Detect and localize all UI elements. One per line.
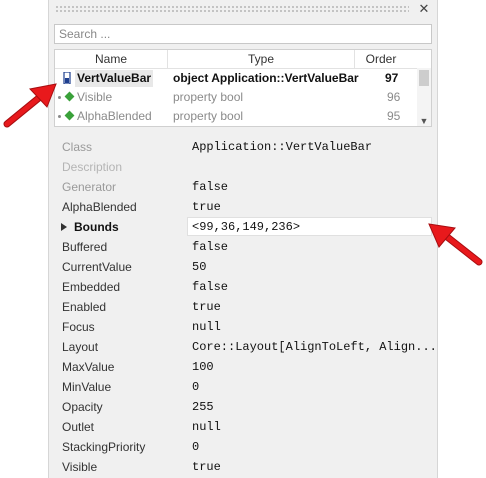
row-order: 95 bbox=[387, 109, 401, 123]
property-row-embedded[interactable]: Embedded false bbox=[49, 277, 437, 297]
property-row-buffered[interactable]: Buffered false bbox=[49, 237, 437, 257]
property-value[interactable]: false bbox=[192, 177, 228, 197]
annotation-arrow-icon bbox=[3, 83, 57, 128]
property-value[interactable]: null bbox=[192, 417, 221, 437]
property-value[interactable]: 0 bbox=[192, 377, 199, 397]
property-name: Embedded bbox=[62, 280, 121, 294]
property-name: Opacity bbox=[62, 400, 103, 414]
row-type: object Application::VertValueBar bbox=[173, 71, 359, 85]
row-name: Visible bbox=[77, 90, 113, 104]
property-row-minvalue[interactable]: MinValue 0 bbox=[49, 377, 437, 397]
row-order: 96 bbox=[387, 90, 401, 104]
property-value: Application::VertValueBar bbox=[192, 140, 373, 154]
property-name: Enabled bbox=[62, 300, 107, 314]
row-type: property bool bbox=[173, 90, 244, 104]
property-value[interactable]: true bbox=[192, 197, 221, 217]
property-row-focus[interactable]: Focus null bbox=[49, 317, 437, 337]
property-row-currentvalue[interactable]: CurrentValue 50 bbox=[49, 257, 437, 277]
property-icon bbox=[64, 91, 75, 102]
property-name: Bounds bbox=[74, 220, 119, 234]
property-name: AlphaBlended bbox=[62, 200, 137, 214]
property-name: Generator bbox=[62, 180, 117, 194]
inspector-panel: ✕ Name Type Order VertValueBar object Ap… bbox=[48, 0, 438, 478]
property-value[interactable]: false bbox=[192, 277, 228, 297]
property-row-bounds[interactable]: Bounds <99,36,149,236> bbox=[49, 217, 437, 237]
property-row-stackingpriority[interactable]: StackingPriority 0 bbox=[49, 437, 437, 457]
scrollbar-thumb[interactable] bbox=[419, 70, 429, 86]
property-name: Description bbox=[62, 160, 123, 174]
property-name: Buffered bbox=[62, 240, 108, 254]
property-row-class: Class Application::VertValueBar bbox=[49, 137, 437, 157]
property-name: Outlet bbox=[62, 420, 95, 434]
list-row-visible[interactable]: Visible property bool 96 bbox=[55, 88, 417, 107]
property-row-generator[interactable]: Generator false bbox=[49, 177, 437, 197]
row-name: VertValueBar bbox=[77, 71, 152, 85]
column-header-type[interactable]: Type bbox=[168, 50, 354, 68]
property-value[interactable]: 100 bbox=[192, 357, 214, 377]
property-value[interactable]: 255 bbox=[192, 397, 214, 417]
row-name: AlphaBlended bbox=[77, 109, 152, 123]
property-value[interactable]: <99,36,149,236> bbox=[192, 217, 300, 237]
property-name: MinValue bbox=[62, 380, 112, 394]
list-row-alphablended[interactable]: AlphaBlended property bool 95 bbox=[55, 107, 417, 126]
property-name: Visible bbox=[62, 460, 98, 474]
list-header: Name Type Order bbox=[55, 50, 431, 69]
object-icon bbox=[63, 72, 71, 84]
property-name: Focus bbox=[62, 320, 95, 334]
property-row-description: Description bbox=[49, 157, 437, 177]
panel-grip[interactable] bbox=[55, 5, 409, 13]
property-value[interactable]: 50 bbox=[192, 257, 206, 277]
property-value[interactable]: true bbox=[192, 297, 221, 317]
property-row-visible[interactable]: Visible true bbox=[49, 457, 437, 477]
property-value[interactable]: 0 bbox=[192, 437, 199, 457]
property-name: CurrentValue bbox=[62, 260, 132, 274]
property-value[interactable]: false bbox=[192, 237, 228, 257]
property-value[interactable]: true bbox=[192, 457, 221, 477]
column-header-name[interactable]: Name bbox=[55, 50, 167, 68]
list-scrollbar[interactable]: ▼ bbox=[417, 68, 431, 126]
property-name: MaxValue bbox=[62, 360, 115, 374]
members-list: Name Type Order VertValueBar object Appl… bbox=[54, 49, 432, 127]
property-name: StackingPriority bbox=[62, 440, 146, 454]
row-type: property bool bbox=[173, 109, 244, 123]
close-icon[interactable]: ✕ bbox=[416, 0, 432, 18]
property-row-alphablended[interactable]: AlphaBlended true bbox=[49, 197, 437, 217]
property-row-opacity[interactable]: Opacity 255 bbox=[49, 397, 437, 417]
scroll-down-icon[interactable]: ▼ bbox=[417, 116, 431, 126]
list-row-vertvaluebar[interactable]: VertValueBar object Application::VertVal… bbox=[55, 69, 417, 88]
row-order: 97 bbox=[385, 71, 399, 85]
annotation-arrow-icon bbox=[428, 223, 483, 266]
property-row-layout[interactable]: Layout Core::Layout[AlignToLeft, Align..… bbox=[49, 337, 437, 357]
property-row-outlet[interactable]: Outlet null bbox=[49, 417, 437, 437]
property-name: Class bbox=[62, 140, 93, 154]
property-row-enabled[interactable]: Enabled true bbox=[49, 297, 437, 317]
property-value[interactable]: Core::Layout[AlignToLeft, Align... bbox=[192, 337, 437, 357]
property-icon bbox=[64, 110, 75, 121]
property-name: Layout bbox=[62, 340, 99, 354]
property-row-maxvalue[interactable]: MaxValue 100 bbox=[49, 357, 437, 377]
property-value[interactable]: null bbox=[192, 317, 221, 337]
expand-icon[interactable] bbox=[61, 223, 67, 231]
search-input[interactable] bbox=[54, 24, 432, 44]
column-header-order[interactable]: Order bbox=[355, 50, 407, 68]
